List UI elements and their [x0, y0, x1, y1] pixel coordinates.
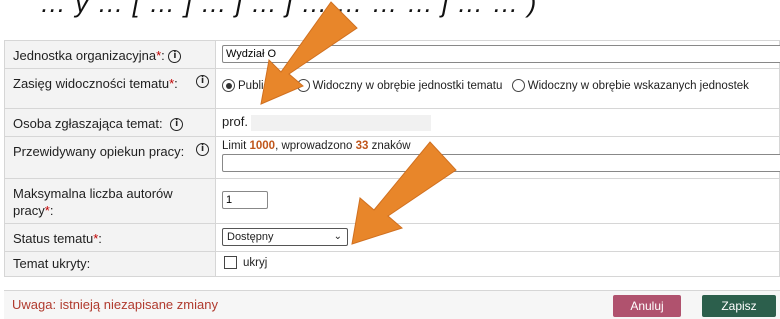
row-reporter: Osoba zgłaszająca temat: i prof.	[4, 108, 780, 137]
value-status: Dostępny ⌄	[215, 223, 780, 252]
redacted-name	[251, 114, 432, 131]
value-supervisor: Limit 1000, wprowadzono 33 znaków	[215, 136, 780, 179]
limit-prefix: Limit	[222, 140, 250, 152]
cancel-button[interactable]: Anuluj	[613, 295, 681, 317]
colon: :	[98, 231, 102, 246]
row-visibility: Zasięg widoczności tematu*: i Publiczny …	[4, 68, 780, 109]
max-authors-input[interactable]	[222, 191, 268, 209]
unsaved-changes-warning: Uwaga: istnieją niezapisane zmiany	[12, 297, 218, 312]
checkbox-label: ukryj	[243, 257, 268, 269]
value-max-authors	[215, 178, 780, 224]
label-text: Temat ukryty:	[13, 256, 91, 271]
label-text: Maksymalna liczba autorów pracy	[13, 186, 173, 218]
form-footer: Uwaga: istnieją niezapisane zmiany Anulu…	[4, 290, 780, 319]
info-icon[interactable]: i	[168, 50, 182, 64]
arrow-annotation-1	[260, 1, 358, 105]
info-icon[interactable]: i	[196, 143, 209, 156]
label-unit: Jednostka organizacyjna*: i	[4, 40, 216, 69]
limit-value: 1000	[249, 140, 276, 152]
label-status: Status tematu*:	[4, 223, 216, 252]
value-hidden: ukryj	[215, 251, 780, 277]
save-button[interactable]: Zapisz	[702, 295, 776, 317]
label-supervisor: Przewidywany opiekun pracy: i	[4, 136, 216, 179]
label-visibility: Zasięg widoczności tematu*: i	[4, 68, 216, 109]
info-icon[interactable]: i	[196, 75, 209, 88]
colon: :	[161, 48, 165, 63]
supervisor-input[interactable]	[222, 154, 780, 172]
char-limit: Limit 1000, wprowadzono 33 znaków	[222, 140, 773, 152]
label-text: Jednostka organizacyjna	[13, 48, 157, 63]
info-icon[interactable]: i	[170, 118, 184, 132]
colon: :	[174, 76, 178, 91]
label-text: Przewidywany opiekun pracy:	[13, 144, 185, 159]
radio-label: Widoczny w obrębie wskazanych jednostek	[527, 79, 749, 92]
arrow-annotation-2	[351, 141, 457, 245]
value-reporter: prof.	[215, 108, 780, 137]
label-reporter: Osoba zgłaszająca temat: i	[4, 108, 216, 137]
cropped-header-text: … y … [ … ] … j … j … … … … j … … )	[0, 0, 780, 40]
reporter-name: prof.	[222, 114, 249, 129]
colon: :	[49, 203, 54, 218]
label-text: Status tematu	[13, 231, 94, 246]
row-hidden: Temat ukryty: ukryj	[4, 251, 780, 277]
radio-selected-units[interactable]	[511, 79, 525, 93]
status-selected: Dostępny	[227, 231, 274, 243]
label-max-authors: Maksymalna liczba autorów pracy*:	[4, 178, 216, 224]
label-text: Osoba zgłaszająca temat:	[13, 116, 163, 131]
label-hidden: Temat ukryty:	[4, 251, 216, 277]
row-unit: Jednostka organizacyjna*: i	[4, 40, 780, 69]
label-text: Zasięg widoczności tematu	[13, 76, 170, 91]
hide-checkbox[interactable]	[224, 256, 237, 270]
